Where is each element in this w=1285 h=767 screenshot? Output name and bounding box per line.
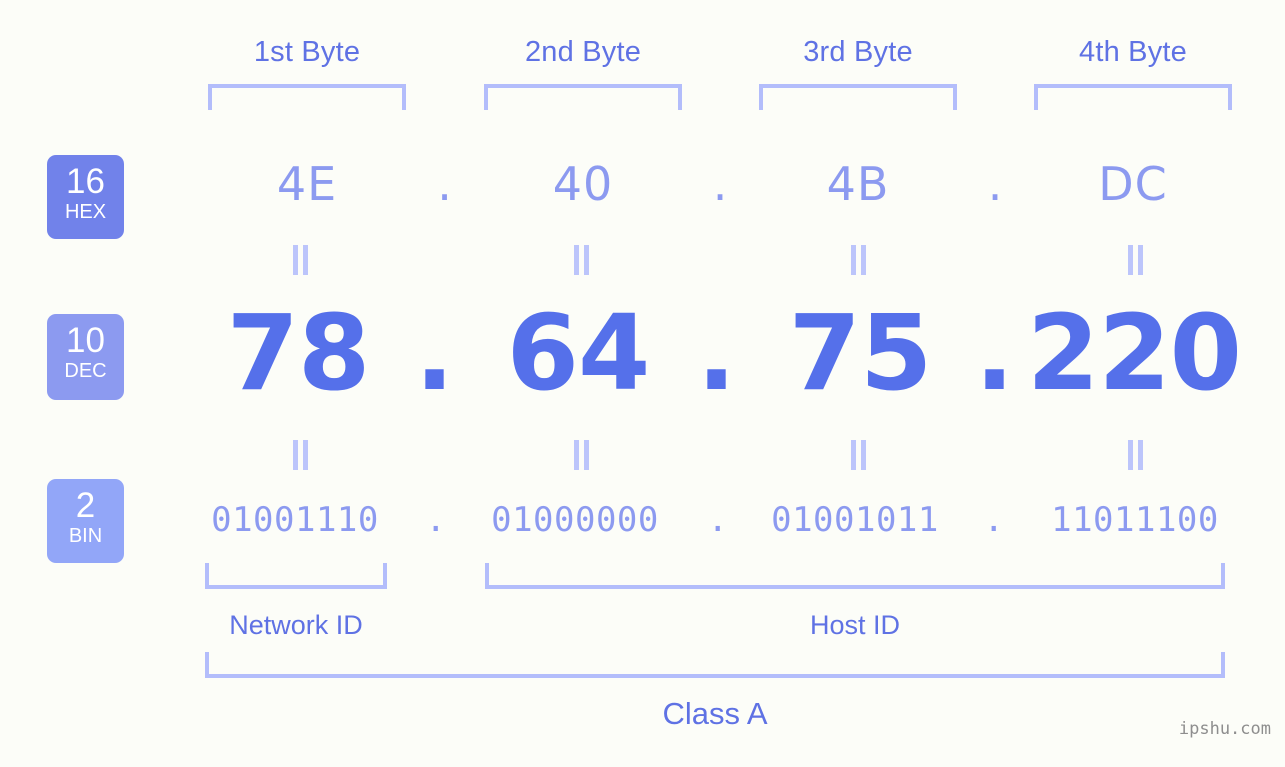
equals-icon-hex-dec-4 bbox=[1122, 245, 1148, 275]
dec-byte-4: 220 bbox=[1026, 292, 1242, 414]
byte-bracket-3 bbox=[759, 84, 957, 110]
hex-byte-4: DC bbox=[1098, 157, 1168, 211]
base-badge-bin-label: BIN bbox=[68, 525, 103, 547]
equals-icon-dec-bin-3 bbox=[845, 440, 871, 470]
site-watermark: ipshu.com bbox=[1178, 719, 1271, 739]
equals-icon-dec-bin-1 bbox=[287, 440, 313, 470]
byte-bracket-2 bbox=[484, 84, 682, 110]
class-bracket bbox=[205, 652, 1225, 678]
hex-byte-2: 40 bbox=[552, 157, 614, 211]
bin-byte-4: 11011100 bbox=[1051, 500, 1219, 540]
equals-icon-dec-bin-2 bbox=[568, 440, 594, 470]
base-badge-hex-label: HEX bbox=[64, 201, 107, 223]
bin-byte-1: 01001110 bbox=[211, 500, 379, 540]
dec-byte-2: 64 bbox=[506, 292, 651, 414]
bin-byte-3: 01001011 bbox=[771, 500, 939, 540]
equals-icon-hex-dec-2 bbox=[568, 245, 594, 275]
class-label: Class A bbox=[662, 696, 768, 731]
bin-separator-1: . bbox=[425, 500, 447, 540]
base-badge-dec-label: DEC bbox=[64, 360, 107, 382]
base-badge-bin: 2 BIN bbox=[47, 479, 124, 563]
hex-byte-3: 4B bbox=[826, 157, 890, 211]
dec-byte-3: 75 bbox=[788, 292, 933, 414]
base-badge-bin-number: 2 bbox=[75, 486, 96, 525]
host-id-label: Host ID bbox=[809, 610, 901, 640]
network-id-label: Network ID bbox=[229, 610, 363, 640]
byte-header-4: 4th Byte bbox=[1079, 36, 1187, 68]
equals-icon-hex-dec-1 bbox=[287, 245, 313, 275]
dec-separator-2: . bbox=[696, 292, 737, 414]
dec-separator-1: . bbox=[414, 292, 455, 414]
equals-icon-hex-dec-3 bbox=[845, 245, 871, 275]
byte-bracket-4 bbox=[1034, 84, 1232, 110]
dec-byte-1: 78 bbox=[226, 292, 371, 414]
host-id-bracket bbox=[485, 563, 1225, 589]
hex-separator-2: . bbox=[712, 157, 729, 211]
bin-byte-2: 01000000 bbox=[491, 500, 659, 540]
base-badge-hex: 16 HEX bbox=[47, 155, 124, 239]
hex-separator-3: . bbox=[987, 157, 1004, 211]
base-badge-dec: 10 DEC bbox=[47, 314, 124, 400]
byte-bracket-1 bbox=[208, 84, 406, 110]
base-badge-hex-number: 16 bbox=[66, 162, 105, 201]
network-id-bracket bbox=[205, 563, 387, 589]
hex-byte-1: 4E bbox=[276, 157, 338, 211]
ip-address-breakdown-diagram: 1st Byte 2nd Byte 3rd Byte 4th Byte 16 H… bbox=[0, 0, 1285, 767]
equals-icon-dec-bin-4 bbox=[1122, 440, 1148, 470]
bin-separator-2: . bbox=[707, 500, 729, 540]
dec-separator-3: . bbox=[974, 292, 1015, 414]
byte-header-3: 3rd Byte bbox=[803, 36, 913, 68]
byte-header-2: 2nd Byte bbox=[524, 36, 642, 68]
byte-header-1: 1st Byte bbox=[253, 36, 361, 68]
hex-separator-1: . bbox=[437, 157, 453, 211]
bin-separator-3: . bbox=[983, 500, 1005, 540]
base-badge-dec-number: 10 bbox=[66, 321, 105, 360]
